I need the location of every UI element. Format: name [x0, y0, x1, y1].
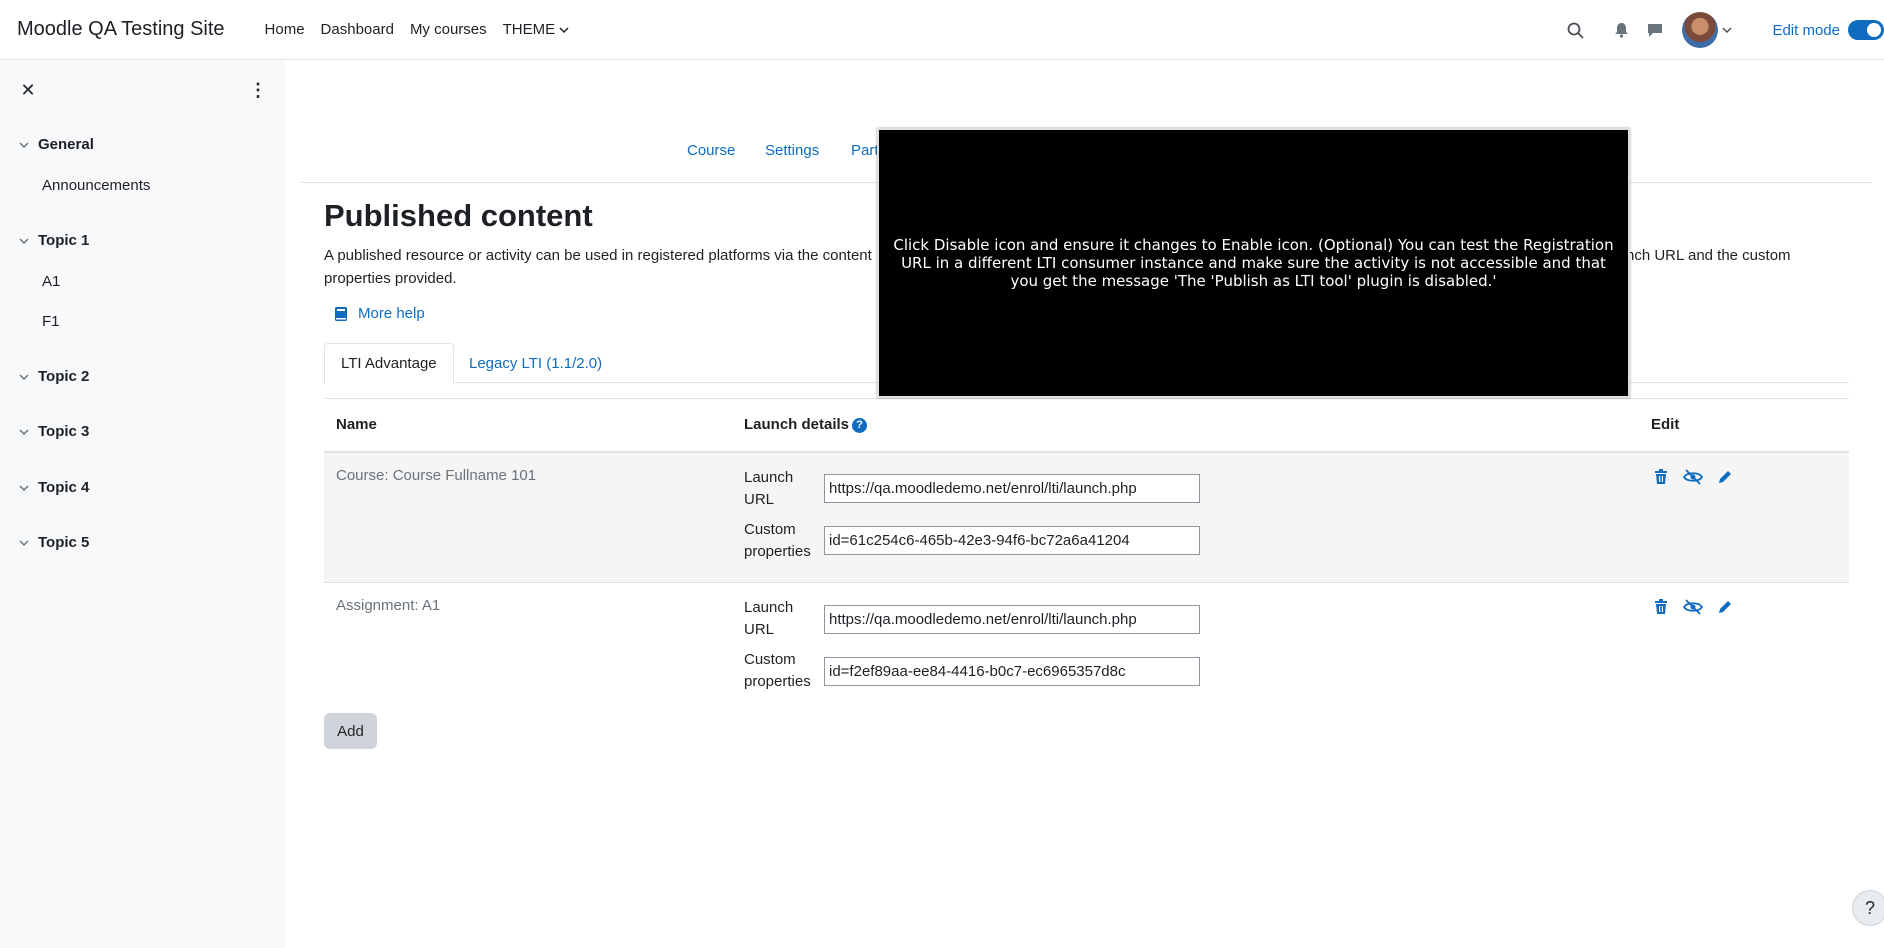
edit-cell [1639, 452, 1849, 583]
nav-theme-dropdown[interactable]: THEME [495, 21, 578, 38]
primary-nav: Home Dashboard My courses THEME [257, 21, 578, 38]
chevron-down-icon [18, 235, 30, 247]
custom-properties-input[interactable] [824, 656, 1200, 686]
more-help-label: More help [358, 305, 425, 322]
page-title: Published content [324, 198, 593, 233]
section-title: Topic 2 [38, 368, 90, 385]
edit-mode-label: Edit mode [1772, 21, 1840, 39]
launch-url-label-line1: Launch [744, 599, 794, 616]
custom-properties-label-line1: Custom [744, 651, 796, 668]
edit-actions [1651, 597, 1849, 617]
launch-url-field: Launch URL [744, 597, 1639, 641]
custom-properties-label-line2: properties [744, 673, 811, 690]
more-help-link[interactable]: More help [334, 305, 425, 322]
custom-properties-label-line2: properties [744, 542, 811, 560]
intro-text-right: nch URL and the custom [1626, 247, 1791, 264]
chat-icon[interactable] [1638, 13, 1672, 47]
drawer-section-topic-1[interactable]: Topic 1 [18, 232, 89, 249]
secondary-nav-course[interactable]: Course [687, 142, 735, 159]
launch-url-field: Launch URL [744, 467, 1639, 511]
instruction-overlay: Click Disable icon and ensure it changes… [877, 128, 1630, 398]
chevron-down-icon [18, 537, 30, 549]
launch-url-label-line2: URL [744, 621, 775, 638]
site-name[interactable]: Moodle QA Testing Site [17, 18, 225, 41]
table-header-row: Name Launch details? Edit [324, 398, 1849, 452]
nav-theme-label: THEME [502, 21, 556, 38]
drawer-section-topic-5[interactable]: Topic 5 [18, 534, 89, 551]
drawer-section-topic-3[interactable]: Topic 3 [18, 423, 89, 440]
custom-properties-label: Custom properties [744, 649, 824, 693]
bell-icon[interactable] [1604, 13, 1638, 47]
custom-properties-label-line1: Custom [744, 520, 796, 538]
tab-legacy-lti[interactable]: Legacy LTI (1.1/2.0) [453, 343, 618, 383]
launch-url-label: Launch URL [744, 467, 824, 511]
trash-icon[interactable] [1651, 597, 1671, 617]
intro-text-left: A published resource or activity can be … [324, 247, 872, 264]
book-icon [335, 306, 347, 321]
column-header-launch-label: Launch details [744, 416, 850, 434]
nav-dashboard[interactable]: Dashboard [313, 21, 402, 38]
column-header-name: Name [336, 416, 377, 434]
drawer-item-f1[interactable]: F1 [42, 313, 60, 330]
search-icon[interactable] [1558, 13, 1592, 47]
kebab-icon[interactable]: ⋮ [248, 80, 268, 100]
section-title: Topic 3 [38, 423, 90, 440]
launch-url-input[interactable] [824, 604, 1200, 634]
avatar[interactable] [1682, 12, 1719, 48]
tab-lti-advantage[interactable]: LTI Advantage [324, 343, 454, 384]
edit-mode-toggle[interactable] [1848, 20, 1884, 40]
column-header-launch: Launch details? [732, 399, 1639, 452]
row-name: Course: Course Fullname 101 [336, 466, 537, 484]
custom-properties-field: Custom properties [744, 649, 1639, 693]
section-title: Topic 5 [38, 534, 90, 551]
chevron-down-icon [18, 426, 30, 438]
chevron-down-icon [18, 482, 30, 494]
help-icon[interactable]: ? [852, 417, 868, 433]
edit-actions [1651, 467, 1849, 487]
secondary-nav-participants[interactable]: Part [851, 142, 879, 159]
nav-my-courses[interactable]: My courses [402, 21, 495, 38]
launch-url-label-line1: Launch [744, 468, 794, 486]
launch-url-input[interactable] [824, 474, 1200, 503]
table-row: Assignment: A1 Launch URL Custom propert… [324, 582, 1849, 714]
nav-home[interactable]: Home [257, 21, 313, 38]
instruction-text: Click Disable icon and ensure it changes… [893, 236, 1614, 290]
eye-slash-icon[interactable] [1683, 467, 1703, 487]
drawer-section-general[interactable]: General [18, 136, 94, 153]
section-title: Topic 4 [38, 479, 90, 496]
user-nav: Edit mode [1558, 0, 1884, 60]
drawer-section-topic-2[interactable]: Topic 2 [18, 368, 89, 385]
trash-icon[interactable] [1651, 467, 1671, 487]
help-button[interactable]: ? [1852, 890, 1884, 926]
column-header-edit: Edit [1651, 416, 1680, 434]
pencil-icon[interactable] [1715, 467, 1735, 487]
drawer-section-topic-4[interactable]: Topic 4 [18, 479, 89, 496]
secondary-nav-settings[interactable]: Settings [765, 142, 819, 159]
launch-url-label-line2: URL [744, 490, 775, 508]
custom-properties-input[interactable] [824, 526, 1200, 555]
add-button[interactable]: Add [324, 713, 377, 749]
chevron-down-icon [559, 26, 569, 33]
launch-details-cell: Launch URL Custom properties [732, 583, 1639, 714]
row-name: Assignment: A1 [336, 597, 441, 614]
launch-url-label: Launch URL [744, 597, 824, 641]
edit-cell [1639, 583, 1849, 714]
course-index-drawer: ✕ ⋮ General Announcements Topic 1 A1 F1 … [0, 60, 285, 948]
custom-properties-label: Custom properties [744, 519, 824, 563]
drawer-item-announcements[interactable]: Announcements [42, 177, 150, 194]
close-icon[interactable]: ✕ [18, 80, 38, 100]
table-row: Course: Course Fullname 101 Launch URL C… [324, 451, 1849, 583]
section-title: Topic 1 [38, 232, 90, 249]
launch-details-cell: Launch URL Custom properties [732, 452, 1639, 583]
chevron-down-icon[interactable] [1718, 13, 1736, 47]
section-title: General [38, 136, 94, 153]
chevron-down-icon [18, 371, 30, 383]
published-content-table: Name Launch details? Edit Course: Course… [324, 398, 1849, 714]
top-navbar: Moodle QA Testing Site Home Dashboard My… [0, 0, 1884, 60]
chevron-down-icon [18, 139, 30, 151]
drawer-item-a1[interactable]: A1 [42, 273, 60, 290]
pencil-icon[interactable] [1715, 597, 1735, 617]
custom-properties-field: Custom properties [744, 519, 1639, 563]
eye-slash-icon[interactable] [1683, 597, 1703, 617]
